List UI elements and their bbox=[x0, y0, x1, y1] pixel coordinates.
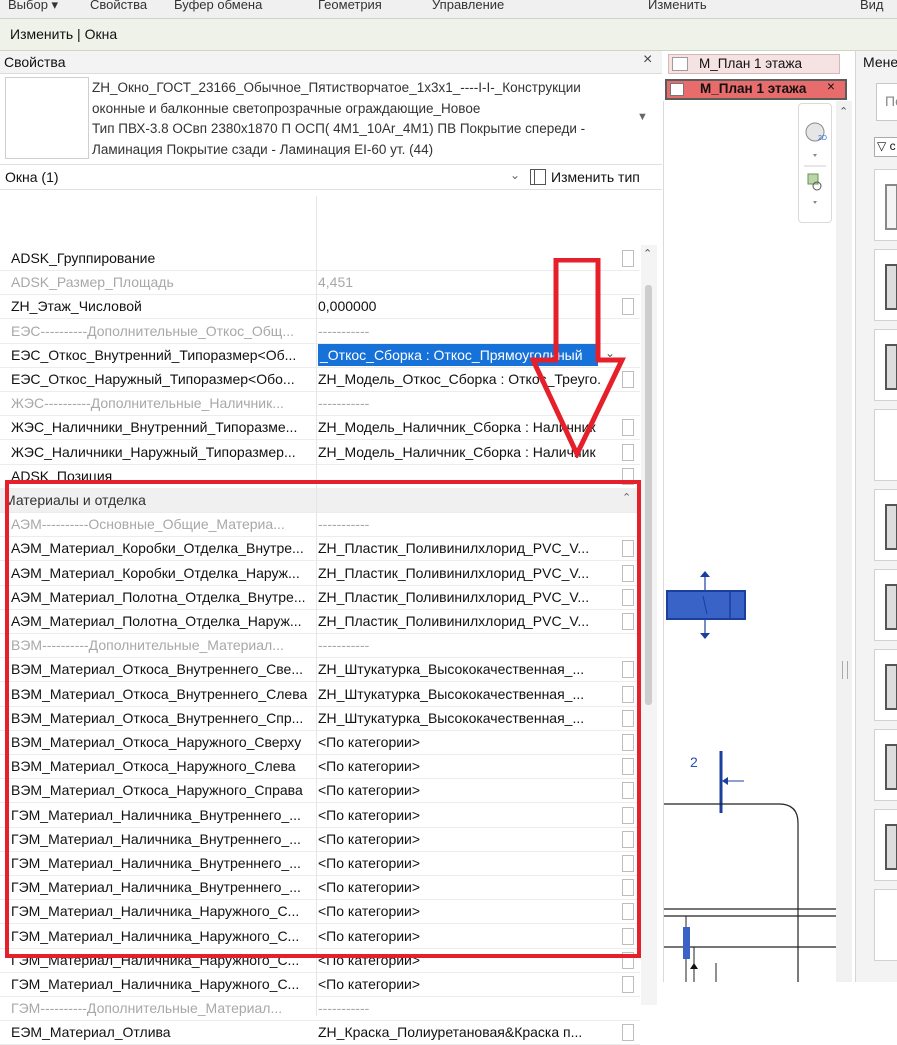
family-thumbnail[interactable] bbox=[874, 249, 897, 321]
properties-title: Свойства bbox=[4, 54, 66, 70]
ribbon-manage[interactable]: Управление bbox=[432, 0, 504, 12]
annotation-highlight-box bbox=[5, 480, 641, 958]
property-name: ЕЭС_Откос_Наружный_Типоразмер<Обо... bbox=[11, 371, 295, 387]
family-thumbnail[interactable] bbox=[874, 489, 897, 561]
edit-type-button[interactable]: Изменить тип bbox=[551, 169, 640, 185]
search-input[interactable]: По bbox=[876, 83, 897, 121]
property-name: ГЭМ----------Дополнительные_Материал... bbox=[11, 1000, 283, 1017]
ribbon-clipboard[interactable]: Буфер обмена bbox=[174, 0, 262, 12]
floor-plan-icon bbox=[672, 57, 688, 71]
family-thumbnail[interactable] bbox=[874, 569, 897, 641]
family-thumbnail[interactable] bbox=[874, 649, 897, 721]
type-name-line: оконные и балконные светопрозрачные огра… bbox=[92, 100, 481, 116]
edit-type-icon[interactable] bbox=[530, 169, 546, 185]
panel-title: Менеджер bbox=[863, 54, 897, 70]
family-thumbnail[interactable] bbox=[874, 729, 897, 801]
properties-scrollbar[interactable]: ⌃ bbox=[641, 245, 657, 1005]
tab-plan-level-1-active[interactable]: М_План 1 этажа × bbox=[665, 79, 847, 100]
property-value[interactable]: <По категории> bbox=[318, 976, 600, 992]
close-icon[interactable]: × bbox=[643, 51, 652, 69]
properties-title-bar: Свойства × bbox=[0, 51, 662, 74]
property-value[interactable]: ZH_Краска_Полиуретановая&Краска п... bbox=[318, 1024, 600, 1040]
scrollbar-grip[interactable] bbox=[842, 661, 848, 679]
family-thumbnail[interactable] bbox=[874, 169, 897, 241]
property-row[interactable]: ЕЭМ_Материал_Отлива ZH_Краска_Полиуретано… bbox=[0, 1020, 640, 1045]
context-tab-bar: Изменить | Окна bbox=[0, 19, 897, 51]
property-name: ZH_Этаж_Числовой bbox=[11, 298, 142, 315]
scrollbar-thumb[interactable] bbox=[645, 285, 652, 705]
view-tabs: М_План 1 этажа М_План 1 этажа × bbox=[663, 51, 853, 101]
viewport-scrollbar[interactable]: ⌃ bbox=[836, 101, 852, 982]
ribbon-geometry[interactable]: Геометрия bbox=[318, 0, 382, 12]
chevron-down-icon[interactable]: ▼ bbox=[637, 111, 648, 123]
ribbon-bar: Выбор ▾ Свойства Буфер обмена Геометрия … bbox=[0, 0, 897, 19]
ribbon-view[interactable]: Вид bbox=[860, 0, 884, 12]
property-name: ЕЭС_Откос_Внутренний_Типоразмер<Об... bbox=[11, 346, 297, 363]
ribbon-properties[interactable]: Свойства bbox=[90, 0, 147, 12]
scroll-up-icon[interactable]: ⌃ bbox=[643, 247, 652, 260]
associate-parameter-button[interactable] bbox=[622, 976, 634, 993]
svg-text:2D: 2D bbox=[818, 135, 827, 142]
category-filter[interactable]: Окна (1) bbox=[5, 169, 59, 185]
family-thumbnail[interactable] bbox=[874, 329, 897, 401]
type-name-line: Ламинация Покрытие сзади - Ламинация EI-… bbox=[92, 141, 434, 157]
type-name-line: Тип ПВХ-3.8 ОСвп 2380х1870 П ОСП( 4М1_10… bbox=[92, 121, 586, 136]
property-name: ЖЭС----------Дополнительные_Наличник... bbox=[11, 395, 284, 412]
property-row[interactable]: ГЭМ----------Дополнительные_Материал... -… bbox=[0, 996, 640, 1022]
family-thumbnail[interactable] bbox=[874, 889, 897, 961]
property-name: ЕЭМ_Материал_Отлива bbox=[11, 1024, 171, 1041]
property-value[interactable]: ----------- bbox=[318, 1000, 600, 1016]
tab-label: М_План 1 этажа bbox=[699, 56, 802, 71]
scroll-up-icon[interactable]: ⌃ bbox=[839, 105, 848, 118]
family-manager-panel: Менеджер По ▽ с bbox=[855, 51, 897, 982]
search-placeholder: По bbox=[885, 93, 897, 109]
tab-label: М_План 1 этажа bbox=[700, 81, 807, 96]
type-name-line: ZH_Окно_ГОСТ_23166_Обычное_Пятистворчато… bbox=[92, 80, 581, 95]
property-name: ГЭМ_Материал_Наличника_Наружного_С... bbox=[11, 976, 300, 992]
drawing-viewport[interactable]: 2 2D ⌃ bbox=[663, 101, 854, 982]
floor-plan-icon bbox=[670, 83, 684, 96]
floor-plan-drawing: 2 bbox=[664, 571, 836, 982]
type-selector[interactable]: ZH_Окно_ГОСТ_23166_Обычное_Пятистворчато… bbox=[92, 78, 632, 160]
property-name: ADSK_Размер_Площадь bbox=[11, 274, 174, 291]
property-name: ЖЭС_Наличники_Наружный_Типоразмер... bbox=[11, 443, 296, 460]
family-thumbnail[interactable] bbox=[874, 409, 897, 481]
window-element bbox=[666, 590, 746, 620]
tab-plan-level-1[interactable]: М_План 1 этажа bbox=[668, 54, 840, 74]
property-name: ADSK_Группирование bbox=[11, 250, 156, 266]
close-icon[interactable]: × bbox=[827, 79, 835, 94]
filter-dropdown[interactable]: ▽ с bbox=[874, 137, 897, 157]
family-thumbnail[interactable] bbox=[874, 809, 897, 881]
property-name: ЖЭС_Наличники_Внутренний_Типоразме... bbox=[11, 419, 298, 436]
navigation-bar[interactable]: 2D bbox=[798, 103, 832, 223]
ribbon-select[interactable]: Выбор ▾ bbox=[8, 0, 58, 13]
context-tab-label[interactable]: Изменить | Окна bbox=[10, 26, 117, 42]
filter-label: ▽ с bbox=[877, 139, 896, 153]
associate-parameter-button[interactable] bbox=[622, 1024, 634, 1042]
property-row[interactable]: ГЭМ_Материал_Наличника_Наружного_С... <По… bbox=[0, 972, 640, 997]
section-label: 2 bbox=[690, 754, 698, 770]
annotation-arrow-icon bbox=[530, 258, 626, 458]
property-name: ЕЭС----------Дополнительные_Откос_Общ... bbox=[11, 322, 294, 339]
instance-filter-row: Окна (1) ⌄ Изменить тип bbox=[0, 164, 662, 190]
ribbon-modify[interactable]: Изменить bbox=[648, 0, 707, 12]
type-preview-image bbox=[5, 77, 89, 159]
chevron-down-icon[interactable]: ⌄ bbox=[510, 168, 520, 182]
